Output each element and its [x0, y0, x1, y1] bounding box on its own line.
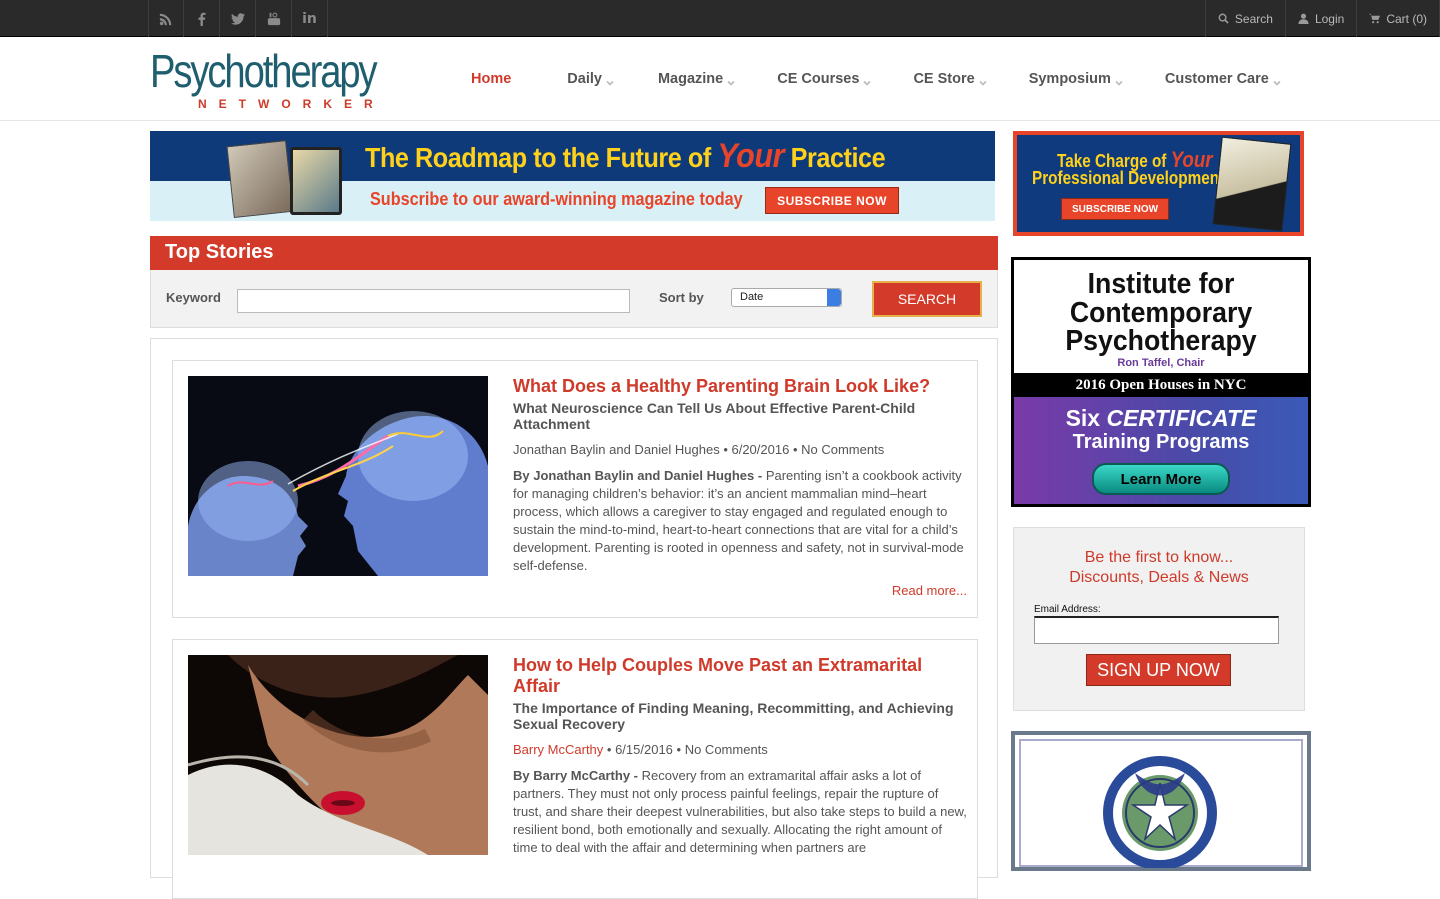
parent-child-brain-image[interactable] [188, 376, 488, 576]
story-byline: By Jonathan Baylin and Daniel Hughes - [513, 468, 763, 483]
logo-subtitle: NETWORKER [198, 97, 385, 111]
ad-subscribe-button[interactable]: SUBSCRIBE NOW [1061, 198, 1169, 220]
nav-home[interactable]: Home [471, 71, 511, 87]
tablet-magazine-image [290, 147, 342, 215]
user-icon [1298, 13, 1309, 24]
search-button[interactable]: SEARCH [872, 281, 982, 317]
keyword-label: Keyword [166, 290, 221, 305]
chevron-down-icon [979, 75, 987, 86]
magazine-cover-image [1212, 136, 1292, 232]
chevron-down-icon [606, 75, 614, 86]
ad2-training-line: Training Programs [1072, 431, 1250, 453]
story-authors[interactable]: Barry McCarthy [513, 742, 603, 757]
magazine-banner-ad[interactable]: The Roadmap to the Future of Your Practi… [150, 131, 995, 221]
chevron-down-icon [1273, 75, 1281, 86]
chevron-down-icon [863, 75, 872, 86]
utility-links: Search Login Cart (0) [1204, 0, 1440, 37]
nav-daily[interactable]: Daily [567, 71, 614, 87]
cart-label: Cart (0) [1386, 11, 1427, 26]
ad2-chair: Ron Taffel, Chair [1117, 357, 1205, 369]
nav-symposium[interactable]: Symposium [1029, 71, 1123, 87]
institute-contemporary-psychotherapy-ad[interactable]: Institute for Contemporary Psychotherapy… [1011, 257, 1311, 507]
keyword-input[interactable] [237, 289, 630, 313]
cart-icon [1369, 13, 1381, 24]
somatic-psychotherapy-logo: SEXUALITY, SPIRITUALITY & THE BODY [1095, 743, 1217, 868]
nav-ce-store[interactable]: CE Store [913, 71, 987, 87]
story-date: 6/15/2016 [615, 742, 673, 757]
ad2-open-houses: 2016 Open Houses in NYC [1014, 373, 1308, 397]
story-title[interactable]: How to Help Couples Move Past an Extrama… [513, 655, 968, 697]
story-meta: Jonathan Baylin and Daniel Hughes • 6/20… [513, 442, 885, 457]
site-header: Psychotherapy NETWORKER Home Daily Magaz… [0, 37, 1440, 121]
search-label: Search [1234, 11, 1273, 26]
rss-icon[interactable] [148, 0, 184, 37]
email-label: Email Address: [1034, 604, 1101, 615]
search-link[interactable]: Search [1204, 0, 1285, 37]
main-nav: Home Daily Magazine CE Courses CE Store … [452, 37, 1281, 121]
story-filter-bar: Keyword Sort by Date SEARCH [150, 270, 998, 328]
story-meta: Barry McCarthy • 6/15/2016 • No Comments [513, 742, 768, 757]
story-byline: By Barry McCarthy - [513, 768, 638, 783]
story-authors[interactable]: Jonathan Baylin and Daniel Hughes [513, 442, 720, 457]
sort-by-select[interactable]: Date [731, 288, 842, 307]
nav-customer-care[interactable]: Customer Care [1165, 71, 1281, 87]
story-comments[interactable]: No Comments [685, 742, 768, 757]
sort-by-label: Sort by [659, 290, 704, 305]
story-excerpt: By Jonathan Baylin and Daniel Hughes - P… [513, 468, 964, 573]
nav-magazine[interactable]: Magazine [658, 71, 735, 87]
story-card: How to Help Couples Move Past an Extrama… [172, 639, 978, 899]
sign-up-now-button[interactable]: SIGN UP NOW [1086, 654, 1231, 686]
youtube-icon[interactable] [256, 0, 292, 37]
logo-wordmark: Psychotherapy [150, 45, 378, 97]
story-subtitle: What Neuroscience Can Tell Us About Effe… [513, 400, 916, 432]
linkedin-icon[interactable]: in [292, 0, 328, 37]
select-arrow-icon [827, 289, 841, 306]
lipstick-collar-image[interactable] [188, 655, 488, 855]
chevron-down-icon [727, 75, 735, 86]
professional-development-ad[interactable]: Take Charge of Your Professional Develop… [1013, 131, 1304, 236]
chevron-down-icon [1115, 75, 1123, 86]
login-link[interactable]: Login [1284, 0, 1356, 37]
newsletter-signup: Be the first to know... Discounts, Deals… [1013, 527, 1305, 711]
ad2-line3: Psychotherapy [1065, 325, 1257, 357]
cart-link[interactable]: Cart (0) [1356, 0, 1440, 37]
login-label: Login [1314, 11, 1345, 26]
story-excerpt: By Barry McCarthy - Recovery from an ext… [513, 768, 967, 855]
social-links: in [148, 0, 328, 37]
ad2-certificate-line: Six CERTIFICATE [1065, 405, 1257, 431]
facebook-icon[interactable] [184, 0, 220, 37]
signup-heading: Be the first to know... Discounts, Deals… [1069, 549, 1249, 586]
top-bar: in Search Login Cart (0) [0, 0, 1440, 37]
nav-ce-courses[interactable]: CE Courses [777, 71, 872, 87]
story-card: What Does a Healthy Parenting Brain Look… [172, 360, 978, 618]
subscribe-now-button[interactable]: SUBSCRIBE NOW [765, 187, 899, 214]
twitter-icon[interactable] [220, 0, 256, 37]
banner-subline: Subscribe to our award-winning magazine … [370, 189, 743, 209]
ad-subheadline: Professional Development [1032, 168, 1225, 188]
banner-headline: The Roadmap to the Future of Your Practi… [365, 137, 886, 175]
search-icon [1218, 13, 1229, 24]
story-list: What Does a Healthy Parenting Brain Look… [150, 338, 998, 899]
ad2-line2: Contemporary [1069, 297, 1253, 329]
top-stories-title: Top Stories [150, 236, 998, 270]
learn-more-button[interactable]: Learn More [1092, 463, 1230, 495]
email-field[interactable] [1034, 616, 1279, 644]
ad2-line1: Institute for [1087, 268, 1235, 300]
site-logo[interactable]: Psychotherapy NETWORKER [150, 45, 410, 117]
read-more-link[interactable]: Read more... [892, 583, 967, 598]
sexuality-spirituality-body-ad[interactable]: SEXUALITY, SPIRITUALITY & THE BODY [1011, 731, 1311, 871]
story-date: 6/20/2016 [731, 442, 790, 457]
story-title[interactable]: What Does a Healthy Parenting Brain Look… [513, 376, 968, 397]
story-comments[interactable]: No Comments [801, 442, 884, 457]
story-subtitle: The Importance of Finding Meaning, Recom… [513, 700, 954, 732]
magazine-cover-image [226, 140, 294, 218]
